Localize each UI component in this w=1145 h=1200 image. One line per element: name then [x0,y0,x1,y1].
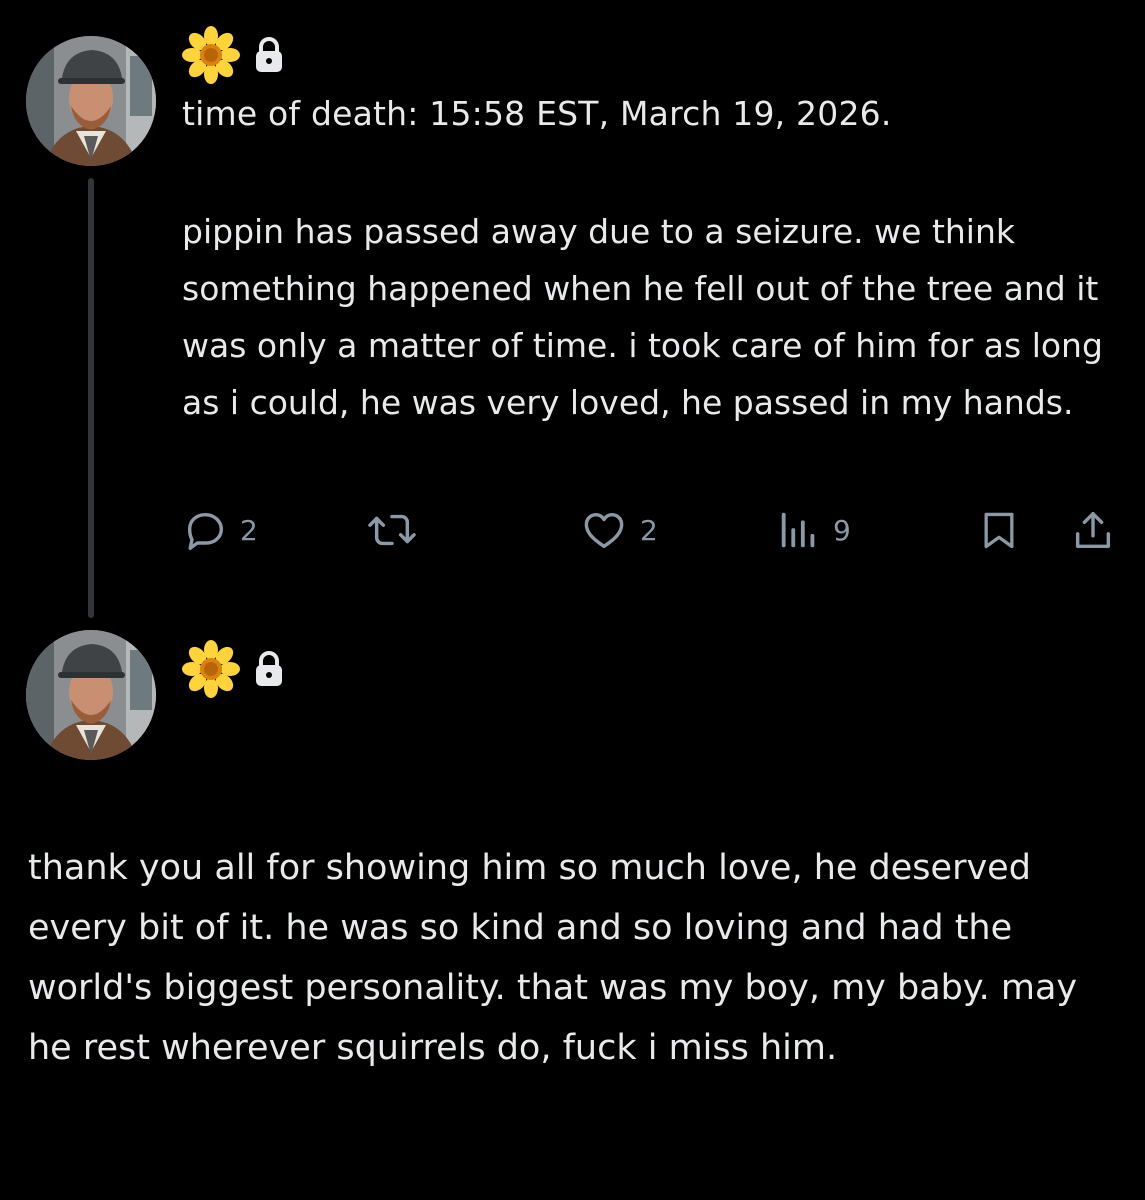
repost-icon [368,514,416,546]
post-body: pippin has passed away due to a seizure.… [182,212,1103,422]
like-icon [584,512,624,549]
reply-button[interactable]: 2 [182,505,258,555]
daisy-emoji-icon [182,640,240,698]
thread-line [88,178,94,618]
action-bar: 2 2 9 [182,505,1117,555]
profile-photo [26,36,156,166]
views-count: 9 [833,513,851,547]
post-header-badges [182,640,284,698]
post-first-line: time of death: 15:58 EST, March 19, 2026… [182,94,892,133]
repost-button[interactable] [367,505,429,555]
post-1: time of death: 15:58 EST, March 19, 2026… [0,0,1145,620]
profile-photo [26,630,156,760]
lock-icon [256,37,282,72]
post-body: thank you all for showing him so much lo… [28,848,1078,1068]
share-icon [1075,511,1111,549]
like-button[interactable]: 2 [580,505,658,555]
avatar[interactable] [26,630,156,760]
views-icon [781,512,815,548]
share-button[interactable] [1070,505,1116,555]
post-2: thank you all for showing him so much lo… [0,620,1145,1200]
post-header-badges [182,26,284,84]
like-count: 2 [640,513,658,547]
reply-count: 2 [240,513,258,547]
views-button[interactable]: 9 [777,505,851,555]
avatar[interactable] [26,36,156,166]
daisy-emoji-icon [182,26,240,84]
bookmark-button[interactable] [977,505,1021,555]
lock-icon [256,651,282,686]
reply-icon [187,512,224,550]
bookmark-icon [984,512,1014,549]
